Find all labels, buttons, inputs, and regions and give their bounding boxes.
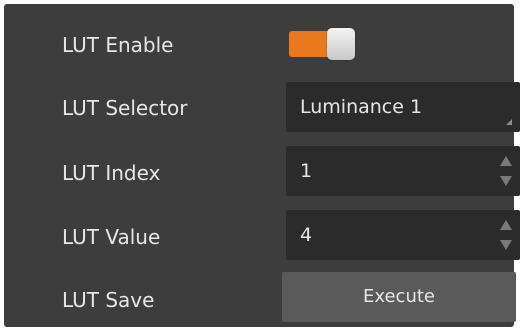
lut-selector-dropdown[interactable]: Luminance 1: [286, 82, 520, 132]
lut-selector-label: LUT Selector: [62, 96, 188, 120]
lut-value-spinbox[interactable]: 4: [286, 210, 520, 260]
lut-enable-toggle[interactable]: [289, 28, 355, 62]
lut-value-label: LUT Value: [62, 225, 161, 249]
lut-enable-label: LUT Enable: [62, 33, 174, 57]
lut-save-label: LUT Save: [62, 288, 155, 312]
lut-index-label: LUT Index: [62, 161, 161, 185]
lut-index-value: 1: [300, 160, 313, 182]
dropdown-grip-icon: [506, 119, 512, 125]
lut-index-spinbox[interactable]: 1: [286, 146, 520, 196]
spin-down-arrow-icon[interactable]: [500, 176, 512, 186]
lut-selector-value: Luminance 1: [300, 96, 423, 118]
spin-up-arrow-icon[interactable]: [500, 156, 512, 166]
spin-down-arrow-icon[interactable]: [500, 240, 512, 250]
lut-value-value: 4: [300, 224, 313, 246]
toggle-knob: [327, 28, 355, 60]
execute-button[interactable]: Execute: [282, 272, 516, 322]
spin-up-arrow-icon[interactable]: [500, 220, 512, 230]
